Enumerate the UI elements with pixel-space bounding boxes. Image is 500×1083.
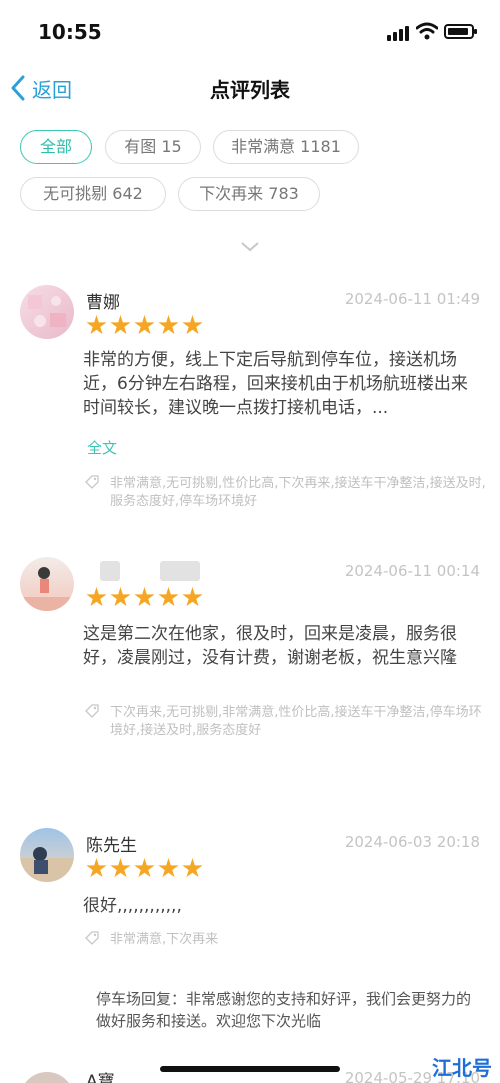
tags-text: 非常满意,下次再来	[110, 932, 219, 947]
tag-icon	[85, 931, 99, 945]
nav-bar: 返回 点评列表	[0, 62, 500, 114]
tag-icon	[85, 704, 99, 718]
filter-chip-flawless[interactable]: 无可挑剔 642	[20, 177, 166, 211]
star-icon	[158, 858, 179, 878]
star-icon	[134, 858, 155, 878]
star-icon	[182, 587, 203, 607]
tags-text: 非常满意,无可挑剔,性价比高,下次再来,接送车干净整洁,接送及时,服务态度好,停…	[110, 476, 486, 509]
star-icon	[158, 315, 179, 335]
review-tags: 非常满意,无可挑剔,性价比高,下次再来,接送车干净整洁,接送及时,服务态度好,停…	[85, 475, 486, 511]
filter-chip-with-photos[interactable]: 有图 15	[105, 130, 201, 164]
star-icon	[110, 587, 131, 607]
avatar[interactable]	[20, 828, 74, 882]
masked-username	[100, 561, 120, 581]
review-text: 非常的方便，线上下定后导航到停车位，接送机场近，6分钟左右路程，回来接机由于机场…	[83, 350, 468, 418]
star-icon	[110, 315, 131, 335]
star-icon	[134, 315, 155, 335]
avatar[interactable]	[20, 557, 74, 611]
star-icon	[86, 858, 107, 878]
review-tags: 下次再来,无可挑剔,非常满意,性价比高,接送车干净整洁,停车场环境好,接送及时,…	[85, 704, 486, 740]
star-icon	[134, 587, 155, 607]
star-rating	[86, 315, 203, 336]
star-icon	[158, 587, 179, 607]
watermark: 江北号	[432, 1056, 492, 1080]
avatar[interactable]	[20, 285, 74, 339]
review-text: 这是第二次在他家，很及时，回来是凌晨，服务很好，凌晨刚过，没有计费，谢谢老板，祝…	[83, 624, 457, 668]
read-full-link[interactable]: 全文	[87, 437, 117, 458]
cellular-signal-icon	[387, 26, 409, 41]
battery-icon	[444, 24, 477, 39]
merchant-reply: 停车场回复：非常感谢您的支持和好评，我们会更努力的做好服务和接送。欢迎您下次光临	[96, 990, 472, 1030]
expand-filters-icon[interactable]	[240, 238, 260, 257]
tag-icon	[85, 475, 99, 489]
review-date: 2024-06-11 00:14	[344, 562, 480, 580]
star-rating	[86, 587, 203, 608]
home-indicator	[160, 1066, 340, 1072]
review-text: 很好,,,,,,,,,,,,	[83, 896, 182, 916]
avatar[interactable]	[20, 1072, 74, 1083]
star-icon	[86, 315, 107, 335]
wifi-icon	[415, 22, 439, 44]
status-bar: 10:55	[0, 0, 500, 62]
review-tags: 非常满意,下次再来	[85, 931, 486, 949]
filter-chip-come-again[interactable]: 下次再来 783	[178, 177, 320, 211]
filter-chip-all[interactable]: 全部	[20, 130, 92, 164]
reviewer-name: 陈先生	[86, 836, 137, 856]
masked-username	[160, 561, 200, 581]
star-icon	[182, 315, 203, 335]
filter-chip-very-satisfied[interactable]: 非常满意 1181	[213, 130, 359, 164]
tags-text: 下次再来,无可挑剔,非常满意,性价比高,接送车干净整洁,停车场环境好,接送及时,…	[110, 705, 482, 738]
review-date: 2024-06-03 20:18	[344, 833, 480, 851]
review-date: 2024-06-11 01:49	[344, 290, 480, 308]
star-rating	[86, 858, 203, 879]
star-icon	[86, 587, 107, 607]
status-time: 10:55	[38, 20, 102, 44]
reviewer-name: A寶	[86, 1072, 115, 1083]
star-icon	[182, 858, 203, 878]
star-icon	[110, 858, 131, 878]
reviewer-name: 曹娜	[86, 293, 120, 313]
page-title: 点评列表	[210, 78, 290, 102]
